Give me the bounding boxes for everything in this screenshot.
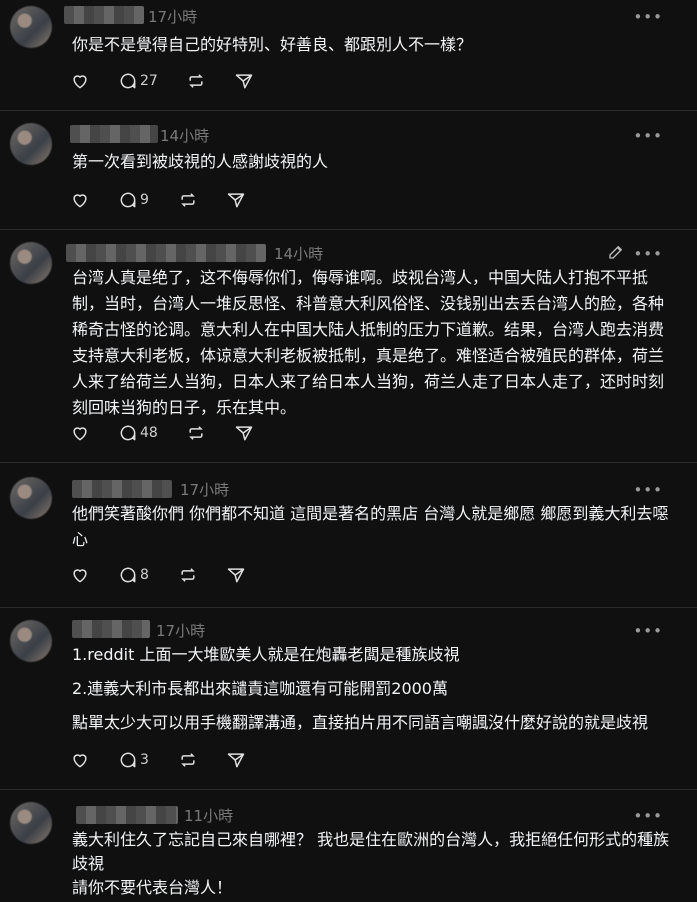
edit-icon[interactable] bbox=[607, 243, 625, 261]
like-button[interactable] bbox=[70, 189, 90, 211]
post: 17小時 ••• 他們笑著酸你們 你們都不知道 這間是著名的黑店 台灣人就是鄉愿… bbox=[0, 463, 697, 607]
share-button[interactable] bbox=[226, 564, 246, 586]
more-icon[interactable]: ••• bbox=[633, 624, 663, 639]
reply-count: 27 bbox=[140, 73, 158, 89]
more-icon[interactable]: ••• bbox=[633, 129, 663, 144]
repost-icon bbox=[181, 568, 195, 582]
repost-button[interactable] bbox=[178, 564, 198, 586]
post-text: 你是不是覺得自己的好特別、好善良、都跟別人不一樣？ bbox=[72, 35, 473, 54]
share-button[interactable] bbox=[234, 70, 254, 92]
more-icon[interactable]: ••• bbox=[633, 809, 663, 824]
reply-count: 48 bbox=[140, 425, 158, 441]
post-actions: 3 bbox=[70, 749, 330, 771]
more-icon[interactable]: ••• bbox=[633, 247, 663, 262]
heart-icon bbox=[73, 569, 87, 583]
username-blurred[interactable] bbox=[72, 480, 172, 498]
post-text-line-1: 1.reddit 上面一大堆歐美人就是在炮轟老闆是種族歧視 bbox=[72, 645, 460, 664]
post-text-line-3: 點單太少大可以用手機翻譯溝通，直接拍片用不同語言嘲諷沒什麼好說的就是歧視 bbox=[72, 713, 649, 732]
reply-button[interactable]: 27 bbox=[118, 70, 158, 92]
post: 14小時 ••• 台湾人真是绝了，这不侮辱你们，侮辱谁啊。歧视台湾人，中国大陆人… bbox=[0, 230, 697, 462]
post: 17小時 ••• 1.reddit 上面一大堆歐美人就是在炮轟老闆是種族歧視 2… bbox=[0, 608, 697, 789]
avatar[interactable] bbox=[10, 6, 52, 48]
post-actions: 9 bbox=[70, 189, 330, 211]
share-icon bbox=[235, 426, 253, 441]
post-time: 11小時 bbox=[184, 807, 234, 825]
post-actions: 8 bbox=[70, 564, 330, 586]
post-time: 14小時 bbox=[160, 127, 210, 145]
repost-button[interactable] bbox=[178, 189, 198, 211]
reply-count: 9 bbox=[140, 192, 149, 208]
heart-icon bbox=[73, 194, 87, 208]
heart-icon bbox=[73, 754, 87, 768]
post-actions: 27 bbox=[70, 70, 330, 92]
comment-icon bbox=[120, 192, 136, 208]
username-blurred[interactable] bbox=[76, 806, 178, 824]
post-text-line-2: 2.連義大利市長都出來譴責這咖還有可能開罰2000萬 bbox=[72, 679, 448, 698]
reply-button[interactable]: 8 bbox=[118, 564, 149, 586]
share-icon bbox=[227, 753, 245, 768]
repost-icon bbox=[181, 193, 195, 207]
reply-button[interactable]: 3 bbox=[118, 749, 149, 771]
more-icon[interactable]: ••• bbox=[633, 10, 663, 25]
share-button[interactable] bbox=[226, 749, 246, 771]
post-time: 14小時 bbox=[274, 245, 324, 263]
username-blurred[interactable] bbox=[66, 244, 266, 262]
post-time: 17小時 bbox=[156, 622, 206, 640]
comment-icon bbox=[120, 567, 136, 583]
more-icon[interactable]: ••• bbox=[633, 483, 663, 498]
repost-button[interactable] bbox=[186, 422, 206, 444]
share-icon bbox=[235, 74, 253, 89]
avatar[interactable] bbox=[10, 123, 52, 165]
share-icon bbox=[227, 193, 245, 208]
reply-button[interactable]: 9 bbox=[118, 189, 149, 211]
username-blurred[interactable] bbox=[70, 125, 158, 143]
heart-icon bbox=[73, 427, 87, 441]
repost-button[interactable] bbox=[178, 749, 198, 771]
avatar[interactable] bbox=[10, 620, 52, 662]
reply-count: 3 bbox=[140, 752, 149, 768]
reply-button[interactable]: 48 bbox=[118, 422, 158, 444]
share-button[interactable] bbox=[234, 422, 254, 444]
share-button[interactable] bbox=[226, 189, 246, 211]
post: 17小時 ••• 你是不是覺得自己的好特別、好善良、都跟別人不一樣？ 27 bbox=[0, 0, 697, 110]
comment-icon bbox=[120, 752, 136, 768]
post-time: 17小時 bbox=[148, 8, 198, 26]
like-button[interactable] bbox=[70, 564, 90, 586]
like-button[interactable] bbox=[70, 749, 90, 771]
post-time: 17小時 bbox=[180, 481, 230, 499]
post-text: 他們笑著酸你們 你們都不知道 這間是著名的黑店 台灣人就是鄉愿 鄉愿到義大利去噁… bbox=[72, 504, 669, 549]
like-button[interactable] bbox=[70, 422, 90, 444]
username-blurred[interactable] bbox=[64, 6, 144, 24]
post-actions: 48 bbox=[70, 422, 330, 444]
reply-count: 8 bbox=[140, 567, 149, 583]
like-button[interactable] bbox=[70, 70, 90, 92]
share-icon bbox=[227, 568, 245, 583]
comment-icon bbox=[120, 73, 136, 89]
repost-icon bbox=[181, 753, 195, 767]
post: 14小時 ••• 第一次看到被歧視的人感謝歧視的人 9 bbox=[0, 111, 697, 229]
post-text: 台湾人真是绝了，这不侮辱你们，侮辱谁啊。歧视台湾人，中国大陆人打抱不平抵制，当时… bbox=[72, 268, 665, 417]
heart-icon bbox=[73, 75, 87, 89]
repost-icon bbox=[189, 74, 203, 88]
comment-icon bbox=[120, 425, 136, 441]
avatar[interactable] bbox=[10, 802, 52, 844]
post-text-line-2: 請你不要代表台灣人！ bbox=[72, 878, 233, 897]
avatar[interactable] bbox=[10, 242, 52, 284]
username-blurred[interactable] bbox=[72, 620, 150, 638]
post-text: 第一次看到被歧視的人感謝歧視的人 bbox=[72, 152, 329, 171]
post-text: 義大利住久了忘記自己來自哪裡？ 我也是住在歐洲的台灣人，我拒絕任何形式的種族歧視 bbox=[72, 830, 670, 873]
repost-button[interactable] bbox=[186, 70, 206, 92]
post: 11小時 ••• 義大利住久了忘記自己來自哪裡？ 我也是住在歐洲的台灣人，我拒絕… bbox=[0, 790, 697, 902]
repost-icon bbox=[189, 426, 203, 440]
avatar[interactable] bbox=[10, 477, 52, 519]
